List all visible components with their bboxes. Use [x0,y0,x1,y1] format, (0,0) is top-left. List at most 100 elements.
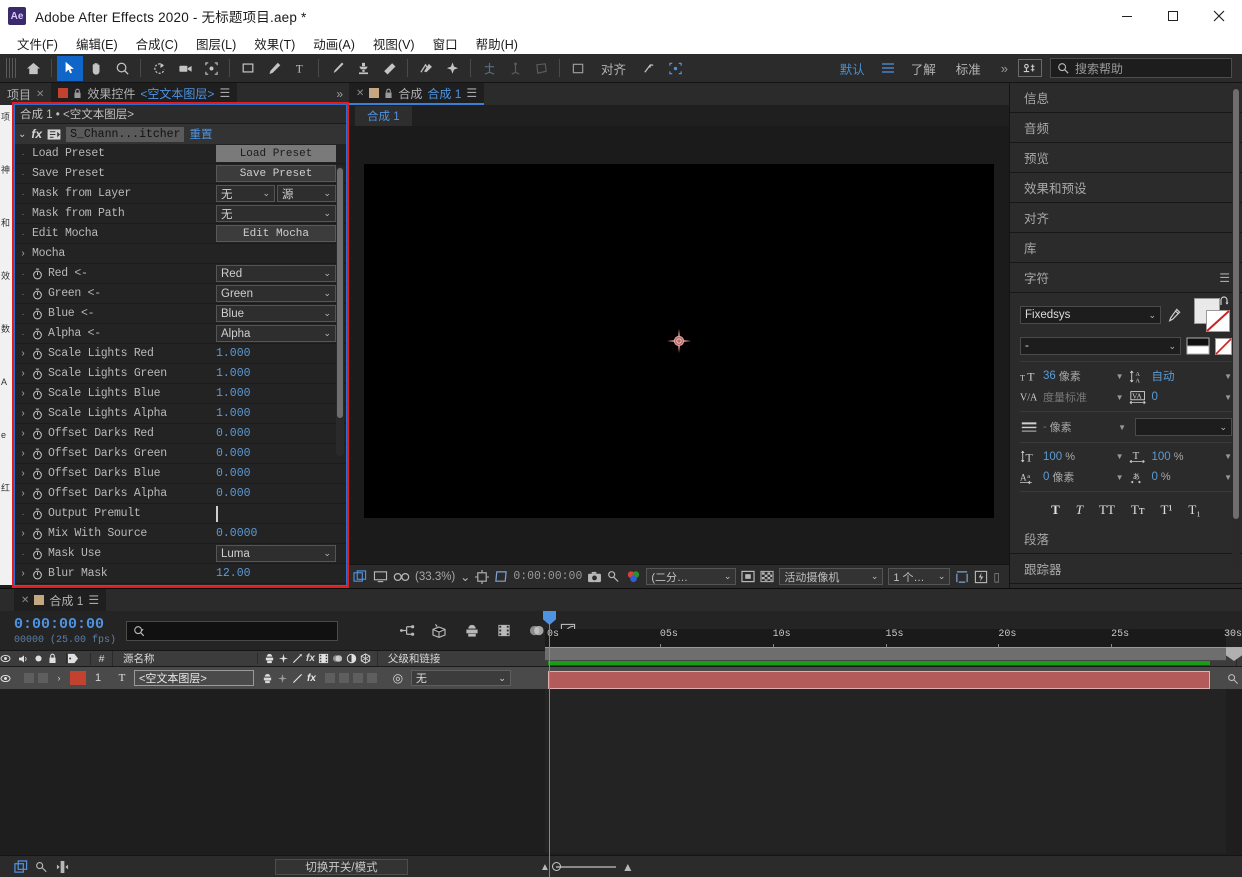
camera-select[interactable]: 活动摄像机 ⌄ [779,568,883,585]
baseline-shift-field[interactable]: Aa 0 像素 ▼ [1020,469,1124,485]
lock-switch-icon[interactable] [48,653,66,664]
layer-expand-arrow[interactable]: › [48,673,70,683]
motion-blur-toggle[interactable] [339,673,349,683]
zoom-level[interactable]: (33.3%) [415,571,455,583]
effect-property-row[interactable]: ·Output Premult [14,504,347,524]
stopwatch-icon[interactable] [32,388,48,400]
font-style-select[interactable]: - ⌄ [1020,337,1181,355]
motion-blur-icon[interactable] [332,653,343,664]
effect-controls-overflow-icon[interactable]: » [336,87,349,101]
draft-3d-icon[interactable] [428,619,452,643]
effect-property-row[interactable]: ›Scale Lights Green1.000 [14,364,347,384]
zoom-in-icon[interactable]: ▲ [622,860,634,874]
tracking-field[interactable]: VA 0 ▼ [1129,390,1233,405]
effect-property-row[interactable]: ·Red <-Red⌄ [14,264,347,284]
column-index[interactable]: # [90,653,112,665]
property-value[interactable]: 1.000 [216,407,336,420]
pixel-aspect-icon[interactable] [955,570,969,584]
label-column-icon[interactable] [66,653,90,664]
close-icon[interactable]: ✕ [36,89,44,100]
property-select-pair[interactable]: 无⌄源⌄ [216,185,336,202]
roto-brush-tool-icon[interactable] [413,56,439,81]
scale-3d-icon[interactable] [502,56,528,81]
layer-solo-toggle[interactable] [38,673,48,683]
chevron-right-icon[interactable]: › [14,488,32,499]
collapse-transformations-icon[interactable] [278,653,289,664]
chevron-right-icon[interactable]: › [14,348,32,359]
chevron-right-icon[interactable]: › [14,568,32,579]
menu-item-view[interactable]: 视图(V) [364,32,424,55]
composition-subtab[interactable]: 合成 1 [355,106,412,126]
default-colors-icon[interactable] [1186,337,1210,355]
adjustment-layer-icon[interactable] [346,653,357,664]
views-select[interactable]: 1 个… ⌄ [888,568,950,585]
stopwatch-icon[interactable] [32,468,48,480]
camera-tool-icon[interactable] [172,56,198,81]
panel-menu-icon[interactable]: ☰ [88,593,99,607]
type-tool-icon[interactable]: T [287,56,313,81]
composition-mini-flowchart-icon[interactable] [396,619,420,643]
effect-property-row[interactable]: ›Offset Darks Red0.000 [14,424,347,444]
menu-item-window[interactable]: 窗口 [424,32,467,55]
property-value[interactable]: 1.000 [216,367,336,380]
stopwatch-icon[interactable] [32,328,48,340]
timecode-group[interactable]: 0:00:00:00 00000 (25.00 fps) [14,616,116,646]
effect-property-row[interactable]: ›Blur Mask12.00 [14,564,347,584]
chevron-right-icon[interactable]: › [14,408,32,419]
snapshot-camera-icon[interactable] [587,571,602,583]
superscript-button[interactable]: T¹ [1161,502,1173,518]
effect-property-row[interactable]: ·Mask from Layer无⌄源⌄ [14,184,347,204]
workspace-learn[interactable]: 了解 [901,59,946,78]
font-family-select[interactable]: Fixedsys ⌄ [1020,306,1161,324]
no-fill-icon[interactable] [1215,338,1232,355]
menu-item-composition[interactable]: 合成(C) [127,32,187,55]
maximize-button[interactable] [1150,0,1196,32]
effects-fx-icon[interactable]: fx [306,653,315,664]
eyedropper-icon[interactable] [1166,308,1181,323]
layer-name[interactable]: <空文本图层> [134,670,254,686]
stopwatch-icon[interactable] [32,268,48,280]
property-select[interactable]: Alpha⌄ [216,325,336,342]
stopwatch-icon[interactable] [32,368,48,380]
eraser-tool-icon[interactable] [376,56,402,81]
all-caps-button[interactable]: TT [1099,502,1115,518]
subscript-button[interactable]: T₁ [1188,502,1200,518]
close-button[interactable] [1196,0,1242,32]
effect-property-row[interactable]: ›Mix With Source0.0000 [14,524,347,544]
effect-property-row[interactable]: ·Blue <-Blue⌄ [14,304,347,324]
font-size-field[interactable]: TT 36 像素 ▼ [1020,368,1124,384]
timeline-search-input[interactable] [126,621,338,641]
chevron-down-icon[interactable]: ▼ [1116,372,1124,381]
chevron-right-icon[interactable]: › [14,468,32,479]
stopwatch-icon[interactable] [32,508,48,520]
stopwatch-icon[interactable] [32,348,48,360]
effect-header-row[interactable]: ⌄ fx S_Chann...itcher 重置 [14,124,347,144]
effect-property-row[interactable]: ›Offset Darks Alpha0.000 [14,484,347,504]
shape-tool-icon[interactable] [235,56,261,81]
effect-property-row[interactable]: ›Scale Lights Alpha1.000 [14,404,347,424]
chevron-down-icon[interactable]: ▼ [1224,452,1232,461]
region-of-interest-icon[interactable] [494,570,508,584]
menu-item-edit[interactable]: 编辑(E) [67,32,127,55]
chevron-down-icon[interactable]: ▼ [1224,393,1232,402]
property-select[interactable]: Blue⌄ [216,305,336,322]
align-checkbox-icon[interactable] [565,56,591,81]
property-button[interactable]: Edit Mocha [216,225,336,242]
shy-icon[interactable] [264,653,275,664]
workspace-settings-icon[interactable] [1018,59,1042,77]
panel-align[interactable]: 对齐 [1010,203,1242,233]
composition-canvas[interactable] [364,164,994,518]
stopwatch-icon[interactable] [32,288,48,300]
timeline-timecode[interactable]: 0:00:00:00 [14,616,116,633]
property-value[interactable]: 0.000 [216,427,336,440]
current-time[interactable]: 0:00:00:00 [513,570,582,583]
panel-menu-icon[interactable]: ☰ [466,86,477,100]
transparency-grid-icon[interactable] [741,570,755,583]
chevron-right-icon[interactable]: › [14,428,32,439]
snapping-active-icon[interactable] [662,56,688,81]
reset-link[interactable]: 重置 [189,126,212,142]
frame-blend-icon[interactable] [318,653,329,664]
effect-property-row[interactable]: ›Scale Lights Blue1.000 [14,384,347,404]
grid-guides-icon[interactable] [475,570,489,584]
chevron-down-icon[interactable]: ⌄ [18,129,26,140]
